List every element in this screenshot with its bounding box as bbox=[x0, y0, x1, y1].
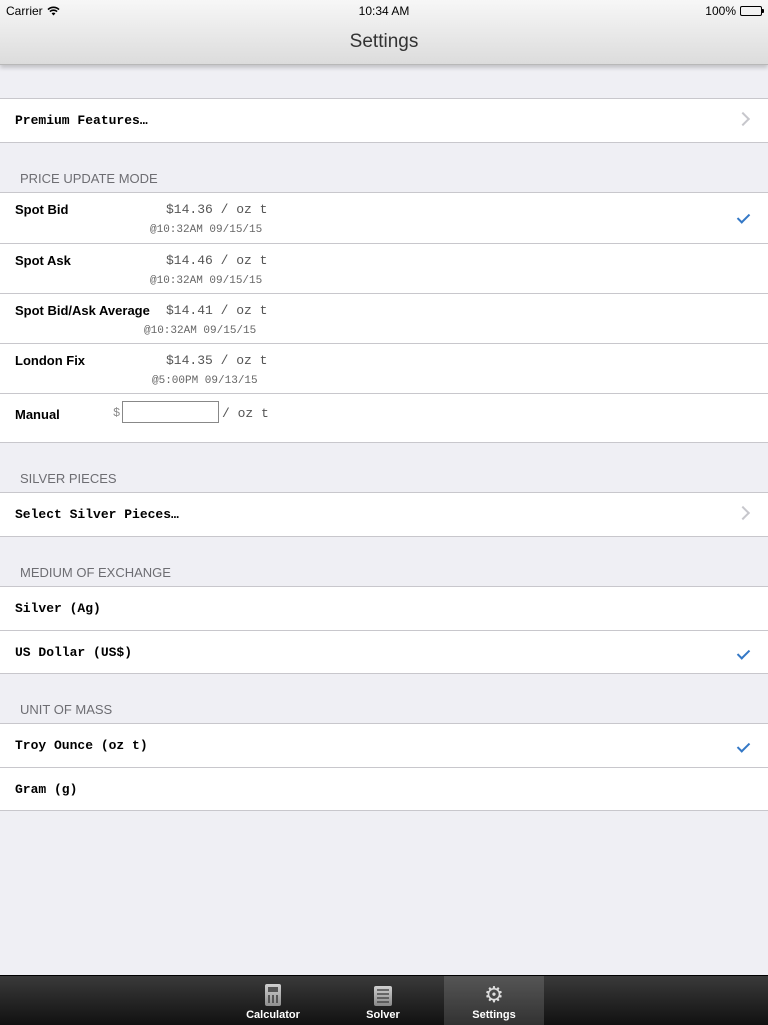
price-update-mode-header: PRICE UPDATE MODE bbox=[20, 171, 158, 186]
tab-settings[interactable]: ⚙ Settings bbox=[444, 976, 544, 1025]
checkmark-icon bbox=[736, 210, 751, 224]
tab-label: Calculator bbox=[246, 1009, 300, 1021]
solver-icon bbox=[374, 986, 392, 1006]
calculator-icon bbox=[265, 984, 281, 1006]
tab-label: Solver bbox=[366, 1009, 400, 1021]
price-mode-name: Spot Bid bbox=[15, 202, 69, 217]
select-silver-pieces-row[interactable]: Select Silver Pieces… bbox=[0, 493, 768, 536]
premium-features-row[interactable]: Premium Features… bbox=[0, 99, 768, 142]
page-title: Settings bbox=[349, 31, 419, 52]
status-bar: Carrier 10:34 AM 100% bbox=[0, 0, 768, 20]
unit-of-mass-header: UNIT OF MASS bbox=[20, 702, 113, 717]
chevron-right-icon bbox=[735, 505, 751, 521]
price-timestamp: @10:32AM 09/15/15 bbox=[150, 275, 263, 287]
price-update-group: Spot Bid $14.36 / oz t @10:32AM 09/15/15… bbox=[0, 192, 768, 443]
battery-icon bbox=[740, 6, 764, 16]
price-mode-name: Spot Bid/Ask Average bbox=[15, 303, 150, 318]
chevron-right-icon bbox=[735, 111, 751, 127]
tab-calculator[interactable]: Calculator bbox=[223, 976, 323, 1025]
price-mode-manual[interactable]: Manual $ / oz t bbox=[0, 393, 768, 442]
gear-icon: ⚙ bbox=[484, 982, 504, 1007]
price-timestamp: @10:32AM 09/15/15 bbox=[150, 224, 263, 236]
price-mode-spot-bid[interactable]: Spot Bid $14.36 / oz t @10:32AM 09/15/15 bbox=[0, 193, 768, 243]
price-value: $14.46 / oz t bbox=[166, 253, 268, 268]
tab-label: Settings bbox=[472, 1009, 516, 1021]
price-mode-london-fix[interactable]: London Fix $14.35 / oz t @5:00PM 09/13/1… bbox=[0, 343, 768, 393]
price-value: $14.35 / oz t bbox=[166, 353, 268, 368]
medium-option-us-dollar[interactable]: US Dollar (US$) bbox=[0, 630, 768, 673]
medium-of-exchange-group: Silver (Ag) US Dollar (US$) bbox=[0, 586, 768, 674]
medium-option-silver[interactable]: Silver (Ag) bbox=[0, 587, 768, 630]
battery-indicator: 100% bbox=[705, 4, 764, 18]
price-timestamp: @5:00PM 09/13/15 bbox=[152, 375, 258, 387]
checkmark-icon bbox=[736, 739, 751, 753]
premium-group: Premium Features… bbox=[0, 98, 768, 143]
battery-percent: 100% bbox=[705, 4, 736, 18]
mass-option-label: Gram (g) bbox=[15, 782, 78, 797]
price-value: $14.36 / oz t bbox=[166, 202, 268, 217]
mass-option-gram[interactable]: Gram (g) bbox=[0, 767, 768, 810]
silver-pieces-header: SILVER PIECES bbox=[20, 471, 117, 486]
price-mode-name: Manual bbox=[15, 407, 60, 422]
price-timestamp: @10:32AM 09/15/15 bbox=[144, 325, 257, 337]
checkmark-icon bbox=[736, 646, 751, 660]
mass-option-label: Troy Ounce (oz t) bbox=[15, 738, 148, 753]
premium-features-label: Premium Features… bbox=[15, 113, 148, 128]
silver-pieces-group: Select Silver Pieces… bbox=[0, 492, 768, 537]
unit-of-mass-group: Troy Ounce (oz t) Gram (g) bbox=[0, 723, 768, 811]
tab-solver[interactable]: Solver bbox=[333, 976, 433, 1025]
status-time: 10:34 AM bbox=[358, 4, 410, 18]
mass-option-troy-ounce[interactable]: Troy Ounce (oz t) bbox=[0, 724, 768, 767]
price-value: $14.41 / oz t bbox=[166, 303, 268, 318]
medium-option-label: US Dollar (US$) bbox=[15, 645, 133, 660]
price-mode-name: London Fix bbox=[15, 353, 86, 368]
select-silver-pieces-label: Select Silver Pieces… bbox=[15, 507, 179, 522]
manual-price-input[interactable] bbox=[122, 401, 219, 423]
manual-currency-symbol: $ bbox=[113, 406, 121, 420]
settings-list: Premium Features… PRICE UPDATE MODE Spot… bbox=[0, 98, 768, 811]
price-mode-name: Spot Ask bbox=[15, 253, 71, 268]
medium-option-label: Silver (Ag) bbox=[15, 601, 101, 616]
tab-bar: Calculator Solver ⚙ Settings bbox=[0, 975, 768, 1025]
manual-unit-label: / oz t bbox=[222, 406, 269, 421]
price-mode-spot-bid-ask-average[interactable]: Spot Bid/Ask Average $14.41 / oz t @10:3… bbox=[0, 293, 768, 343]
medium-of-exchange-header: MEDIUM OF EXCHANGE bbox=[20, 565, 171, 580]
price-mode-spot-ask[interactable]: Spot Ask $14.46 / oz t @10:32AM 09/15/15 bbox=[0, 243, 768, 293]
